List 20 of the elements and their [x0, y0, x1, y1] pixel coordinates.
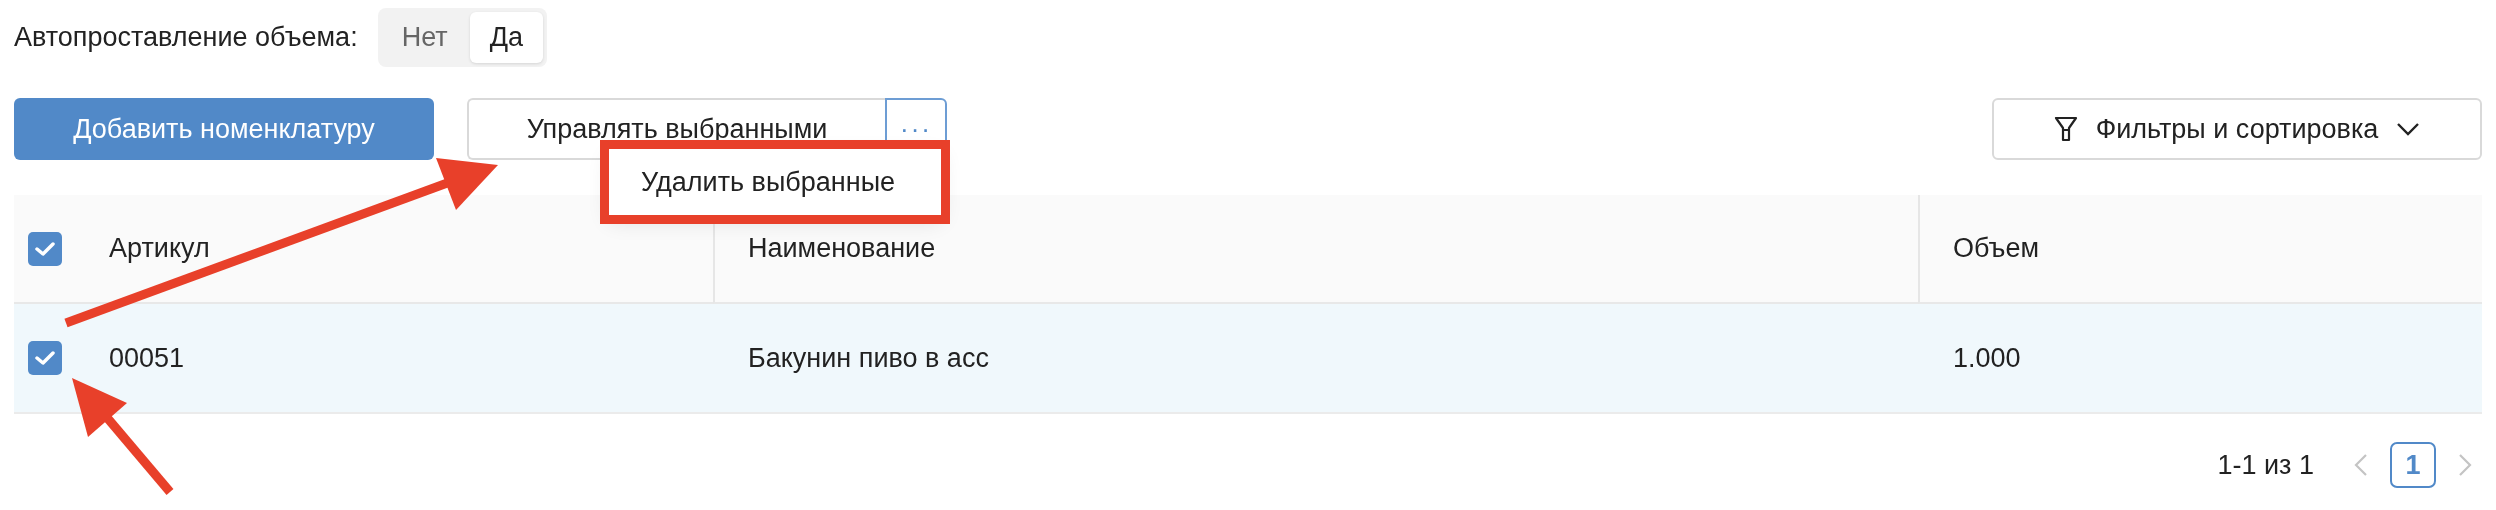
column-header: Артикул [109, 233, 210, 264]
page-button[interactable]: 1 [2390, 442, 2436, 488]
chevron-down-icon [2396, 122, 2421, 136]
table-cell: 1.000 [1953, 342, 2021, 374]
table-cell: 00051 [109, 342, 185, 374]
filter-button[interactable]: Фильтры и сортировка [1992, 98, 2482, 160]
checkbox[interactable] [28, 341, 62, 375]
field-label: Автопроставление объема: [14, 21, 358, 53]
page-range: 1-1 из 1 [2217, 449, 2314, 481]
segment-option[interactable]: Да [469, 11, 543, 63]
checkbox[interactable] [28, 231, 62, 266]
filter-icon [2053, 116, 2078, 142]
check-icon [35, 240, 55, 257]
column-header: Наименование [748, 233, 936, 264]
check-icon [35, 350, 55, 366]
column-header: Объем [1953, 233, 2040, 264]
menu-item[interactable]: Удалить выбранные [609, 166, 941, 198]
table-cell: Бакунин пиво в асс [748, 342, 989, 374]
add-button[interactable]: Добавить номенклатуру [14, 98, 434, 160]
segment-option[interactable]: Нет [381, 11, 468, 63]
